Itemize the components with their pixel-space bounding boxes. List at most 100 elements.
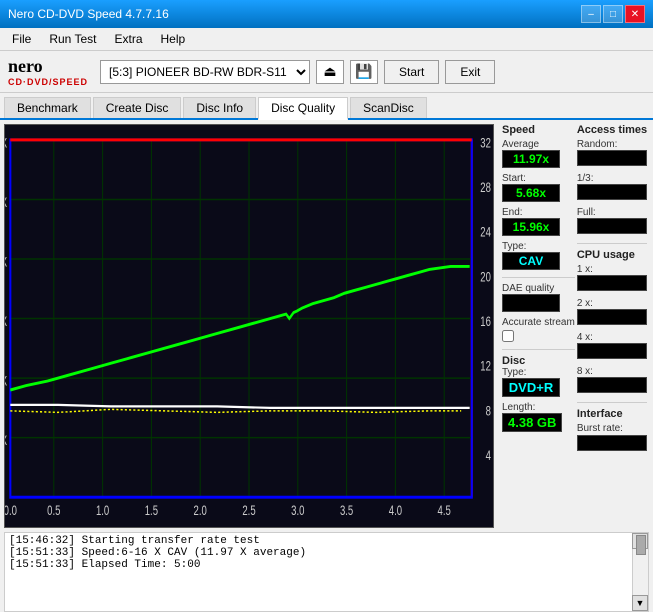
tab-bar: Benchmark Create Disc Disc Info Disc Qua… (0, 93, 653, 120)
cpu8x-value (577, 377, 647, 393)
tab-disc-info[interactable]: Disc Info (183, 97, 256, 118)
svg-text:2.0: 2.0 (194, 504, 208, 519)
chart-area: 24 X 20 X 16 X 12 X 8 X 4 X 32 28 24 20 … (4, 124, 494, 528)
exit-button[interactable]: Exit (445, 60, 495, 84)
disc-title: Disc (502, 355, 575, 367)
svg-text:2.5: 2.5 (242, 504, 255, 519)
one-third-value (577, 184, 647, 200)
scroll-thumb[interactable] (636, 535, 646, 555)
app-title: Nero CD-DVD Speed 4.7.7.16 (8, 7, 581, 21)
svg-text:3.5: 3.5 (340, 504, 353, 519)
random-value (577, 150, 647, 166)
right-two-columns: Speed Average 11.97x Start: 5.68x End: 1… (498, 120, 653, 459)
title-bar: Nero CD-DVD Speed 4.7.7.16 – □ ✕ (0, 0, 653, 28)
cpu4x-label: 4 x: (577, 332, 647, 343)
maximize-button[interactable]: □ (603, 5, 623, 23)
close-button[interactable]: ✕ (625, 5, 645, 23)
start-stat: Start: 5.68x (502, 173, 575, 202)
cpu8x-label: 8 x: (577, 366, 647, 377)
svg-text:1.5: 1.5 (145, 504, 158, 519)
disc-length-value: 4.38 GB (502, 413, 562, 432)
svg-text:4.0: 4.0 (389, 504, 403, 519)
full-value (577, 218, 647, 234)
right-panel: Speed Average 11.97x Start: 5.68x End: 1… (498, 120, 653, 532)
average-stat: Average 11.97x (502, 139, 575, 168)
accurate-stream-label: Accurate stream (502, 317, 575, 328)
cpu1x-value (577, 275, 647, 291)
cpu2x-stat: 2 x: (577, 298, 647, 325)
svg-text:12: 12 (480, 359, 491, 374)
disc-type-value: DVD+R (502, 378, 560, 397)
svg-text:20 X: 20 X (5, 195, 7, 210)
dae-quality-label: DAE quality (502, 283, 575, 294)
interface-title: Interface (577, 408, 647, 420)
svg-text:12 X: 12 X (5, 314, 7, 329)
svg-text:16: 16 (480, 314, 491, 329)
menu-bar: File Run Test Extra Help (0, 28, 653, 51)
cpu1x-stat: 1 x: (577, 264, 647, 291)
burst-rate-value (577, 435, 647, 451)
dae-quality-stat: DAE quality (502, 283, 575, 312)
start-label: Start: (502, 173, 575, 184)
dae-quality-value (502, 294, 560, 312)
svg-text:8 X: 8 X (5, 374, 7, 389)
log-scrollbar[interactable]: ▲ ▼ (632, 533, 648, 611)
svg-text:8: 8 (486, 404, 491, 419)
tab-scandisc[interactable]: ScanDisc (350, 97, 427, 118)
save-button[interactable]: 💾 (350, 60, 378, 84)
speed-title: Speed (502, 124, 575, 136)
svg-text:4 X: 4 X (5, 434, 7, 449)
window-controls: – □ ✕ (581, 5, 645, 23)
menu-run-test[interactable]: Run Test (41, 30, 104, 48)
log-line-3: [15:51:33] Elapsed Time: 5:00 (9, 559, 644, 571)
end-label: End: (502, 207, 575, 218)
svg-text:1.0: 1.0 (96, 504, 110, 519)
menu-extra[interactable]: Extra (106, 30, 150, 48)
eject-button[interactable]: ⏏ (316, 60, 344, 84)
one-third-stat: 1/3: (577, 173, 647, 200)
type-value: CAV (502, 252, 560, 270)
disc-length-label: Length: (502, 402, 575, 413)
nero-logo-text: nero (8, 56, 43, 76)
access-times-title: Access times (577, 124, 647, 136)
main-content: 24 X 20 X 16 X 12 X 8 X 4 X 32 28 24 20 … (0, 120, 653, 532)
log-content: [15:46:32] Starting transfer rate test [… (5, 533, 648, 573)
toolbar: nero CD·DVD/SPEED [5:3] PIONEER BD-RW BD… (0, 51, 653, 93)
menu-help[interactable]: Help (153, 30, 194, 48)
cpu2x-value (577, 309, 647, 325)
app-logo: nero CD·DVD/SPEED (8, 56, 88, 87)
start-button[interactable]: Start (384, 60, 439, 84)
right-stats-column: Access times Random: 1/3: Full: CPU usag… (577, 120, 651, 459)
average-label: Average (502, 139, 575, 150)
accurate-stream-checkbox-row (502, 330, 575, 342)
one-third-label: 1/3: (577, 173, 647, 184)
svg-text:4.5: 4.5 (438, 504, 451, 519)
random-stat: Random: (577, 139, 647, 166)
drive-selector[interactable]: [5:3] PIONEER BD-RW BDR-S11 1.01 (100, 60, 310, 84)
svg-text:4: 4 (486, 448, 492, 463)
log-line-1: [15:46:32] Starting transfer rate test (9, 535, 644, 547)
random-label: Random: (577, 139, 647, 150)
tab-create-disc[interactable]: Create Disc (93, 97, 182, 118)
cpu-usage-title: CPU usage (577, 249, 647, 261)
tab-disc-quality[interactable]: Disc Quality (258, 97, 348, 120)
tab-benchmark[interactable]: Benchmark (4, 97, 91, 118)
svg-text:28: 28 (480, 180, 491, 195)
svg-text:24 X: 24 X (5, 136, 7, 151)
menu-file[interactable]: File (4, 30, 39, 48)
minimize-button[interactable]: – (581, 5, 601, 23)
average-value: 11.97x (502, 150, 560, 168)
disc-length-stat: Length: 4.38 GB (502, 402, 575, 432)
cpu8x-stat: 8 x: (577, 366, 647, 393)
log-area: [15:46:32] Starting transfer rate test [… (4, 532, 649, 612)
svg-text:32: 32 (480, 136, 491, 151)
log-line-2: [15:51:33] Speed:6-16 X CAV (11.97 X ave… (9, 547, 644, 559)
svg-text:3.0: 3.0 (291, 504, 305, 519)
cpu1x-label: 1 x: (577, 264, 647, 275)
svg-text:16 X: 16 X (5, 255, 7, 270)
disc-section: Disc Type: DVD+R (502, 355, 575, 397)
accurate-stream-checkbox[interactable] (502, 330, 514, 342)
scroll-down-button[interactable]: ▼ (632, 595, 648, 611)
full-label: Full: (577, 207, 647, 218)
svg-text:20: 20 (480, 270, 491, 285)
